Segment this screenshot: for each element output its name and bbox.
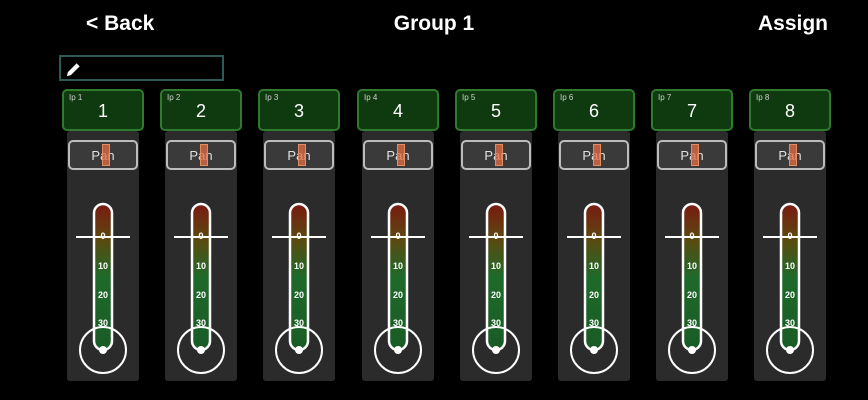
- scale-label: 30: [784, 318, 795, 328]
- pencil-icon: [67, 62, 81, 76]
- scale-label: 30: [392, 318, 403, 328]
- fader-knob-dot: [394, 346, 402, 354]
- scale-label: 0: [296, 231, 302, 241]
- channel-strip: Ip 8 8 Pan: [749, 89, 831, 381]
- fader[interactable]: 0 10 20 30: [258, 93, 340, 381]
- scale-label: 10: [588, 261, 599, 271]
- channel-strip: Ip 6 6 Pan: [553, 89, 635, 381]
- fader-knob-dot: [197, 346, 205, 354]
- scale-label: 10: [97, 261, 108, 271]
- fader-knob-dot: [688, 346, 696, 354]
- channel-strip: Ip 2 2 Pan: [160, 89, 242, 381]
- scale-label: 20: [97, 290, 108, 300]
- scale-label: 30: [588, 318, 599, 328]
- scale-label: 0: [100, 231, 106, 241]
- fader-knob-dot: [786, 346, 794, 354]
- fader[interactable]: 0 10 20 30: [62, 93, 144, 381]
- scale-label: 20: [392, 290, 403, 300]
- channel-strip: Ip 3 3 Pan: [258, 89, 340, 381]
- fader[interactable]: 0 10 20 30: [553, 93, 635, 381]
- scale-label: 10: [392, 261, 403, 271]
- fader[interactable]: 0 10 20 30: [651, 93, 733, 381]
- scale-label: 20: [195, 290, 206, 300]
- scale-label: 20: [686, 290, 697, 300]
- fader-knob-dot: [99, 346, 107, 354]
- scale-label: 20: [293, 290, 304, 300]
- fader-knob-dot: [492, 346, 500, 354]
- back-button[interactable]: < Back: [86, 12, 154, 36]
- scale-label: 0: [198, 231, 204, 241]
- scale-label: 30: [97, 318, 108, 328]
- scale-label: 0: [493, 231, 499, 241]
- scale-label: 20: [784, 290, 795, 300]
- scale-label: 10: [490, 261, 501, 271]
- fader[interactable]: 0 10 20 30: [160, 93, 242, 381]
- scale-label: 0: [395, 231, 401, 241]
- scale-label: 10: [293, 261, 304, 271]
- channel-strip: Ip 5 5 Pan: [455, 89, 537, 381]
- scale-label: 10: [195, 261, 206, 271]
- scale-label: 20: [490, 290, 501, 300]
- assign-button[interactable]: Assign: [758, 12, 828, 36]
- scale-label: 0: [689, 231, 695, 241]
- group-name-field[interactable]: [59, 55, 224, 81]
- scale-label: 0: [787, 231, 793, 241]
- scale-label: 10: [686, 261, 697, 271]
- fader[interactable]: 0 10 20 30: [455, 93, 537, 381]
- channel-strip: Ip 1 1 Pan: [62, 89, 144, 381]
- page-title: Group 1: [393, 12, 475, 35]
- scale-label: 30: [195, 318, 206, 328]
- scale-label: 10: [784, 261, 795, 271]
- scale-label: 0: [591, 231, 597, 241]
- scale-label: 30: [293, 318, 304, 328]
- fader[interactable]: 0 10 20 30: [357, 93, 439, 381]
- scale-label: 30: [490, 318, 501, 328]
- scale-label: 20: [588, 290, 599, 300]
- channel-strip: Ip 7 7 Pan: [651, 89, 733, 381]
- fader-knob-dot: [295, 346, 303, 354]
- channel-strip: Ip 4 4 Pan: [357, 89, 439, 381]
- scale-label: 30: [686, 318, 697, 328]
- fader-knob-dot: [590, 346, 598, 354]
- fader[interactable]: 0 10 20 30: [749, 93, 831, 381]
- top-bar: < Back Group 1 Assign: [0, 0, 868, 50]
